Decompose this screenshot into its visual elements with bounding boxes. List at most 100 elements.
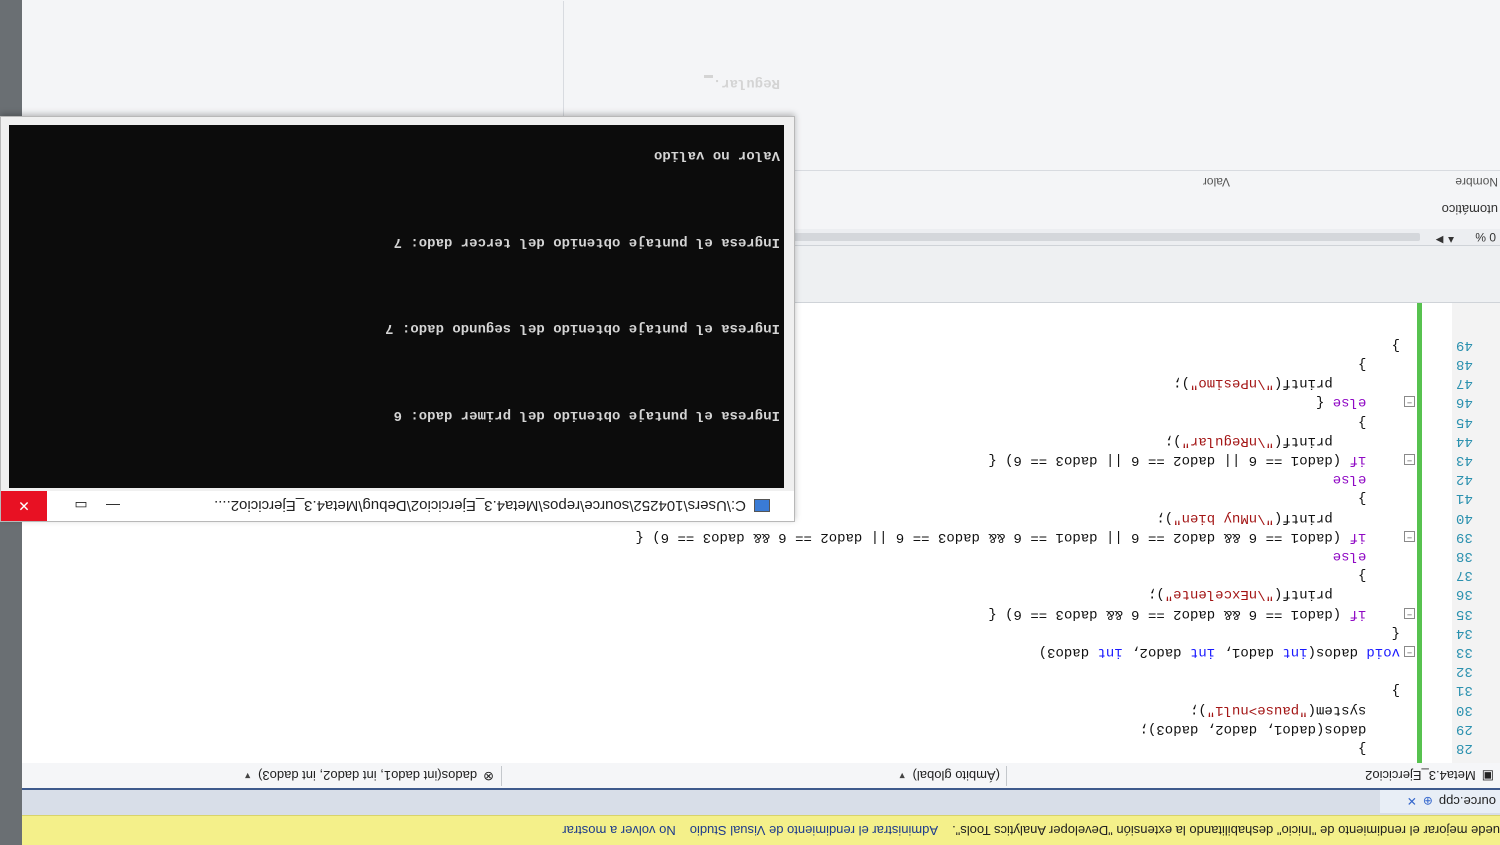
line-number: 36: [1456, 586, 1473, 603]
line-number: 38: [1456, 548, 1473, 564]
console-output: Ingresa el puntaje obtenido del primer d…: [9, 75, 784, 488]
manage-performance-link[interactable]: Administrar el rendimiento de Visual Stu…: [690, 823, 938, 838]
code-text: printf("\nPesimo");: [1173, 375, 1400, 392]
function-dropdown[interactable]: ⊗ dados(int dado1, int dado2, int dado3)…: [200, 766, 500, 786]
line-number: 34: [1456, 624, 1473, 641]
maximize-button[interactable]: ▭: [65, 491, 97, 521]
code-text: printf("\nExcelente");: [1147, 586, 1400, 603]
tab-label: ource.cpp: [1438, 794, 1496, 809]
line-number: 32: [1456, 663, 1473, 680]
code-text: }: [1357, 567, 1400, 584]
autos-title: utomático: [1441, 202, 1498, 217]
console-line: Regular.: [13, 75, 780, 91]
code-text: else: [1332, 471, 1367, 488]
code-line[interactable]: 31}: [0, 680, 1500, 699]
code-text: if (dado1 == 6 && dado2 == 6 && dado3 ==…: [988, 605, 1367, 622]
code-text: }: [1391, 336, 1400, 353]
dismiss-link[interactable]: No volver a mostrar: [562, 823, 675, 838]
scope-dropdown[interactable]: (Ámbito global) ▼: [501, 766, 1006, 786]
console-titlebar[interactable]: C:\Users\104252\source\repos\Meta4.3_Eje…: [1, 491, 794, 521]
line-number: 29: [1456, 720, 1473, 737]
chevron-down-icon: ▼: [897, 771, 907, 781]
code-text: void dados(int dado1, int dado2, int dad…: [1038, 644, 1400, 660]
project-icon: ▣: [1481, 769, 1494, 784]
project-name: Meta4.3_Ejercicio2: [1365, 768, 1476, 784]
project-dropdown[interactable]: ▣ Meta4.3_Ejercicio2: [1006, 766, 1500, 786]
code-text: else: [1332, 548, 1367, 564]
chevron-down-icon: ▼: [243, 771, 253, 781]
collapse-icon[interactable]: −: [1404, 646, 1415, 657]
line-number: 37: [1456, 567, 1473, 584]
code-text: printf("\nMuy bien");: [1156, 509, 1400, 526]
code-text: }: [1391, 682, 1400, 699]
collapse-icon[interactable]: −: [1404, 530, 1415, 542]
line-number: 40: [1456, 509, 1473, 526]
line-number: 46: [1456, 394, 1473, 411]
console-line: Ingresa el puntaje obtenido del segundo …: [385, 320, 780, 337]
collapse-icon[interactable]: −: [1404, 454, 1415, 465]
function-icon: ⊗: [483, 769, 494, 784]
code-text: }: [1357, 740, 1400, 756]
console-title: C:\Users\104252\source\repos\Meta4.3_Eje…: [214, 497, 746, 515]
code-line[interactable]: 32: [0, 661, 1500, 680]
code-line[interactable]: 29 dados(dado1, dado2, dado3);: [0, 719, 1500, 738]
close-icon[interactable]: ✕: [1407, 795, 1417, 809]
code-line[interactable]: 28 }: [0, 738, 1500, 757]
line-number: 49: [1456, 336, 1473, 353]
console-line: Ingresa el puntaje obtenido del tercer d…: [393, 234, 780, 250]
code-line[interactable]: 36 printf("\nExcelente");: [0, 584, 1500, 603]
line-number: 48: [1456, 356, 1473, 372]
column-name-header[interactable]: Nombre: [1455, 175, 1498, 189]
code-text: }: [1357, 413, 1400, 430]
line-number: 47: [1456, 375, 1473, 392]
tab-source-cpp[interactable]: ource.cpp ⊕ ✕: [1380, 790, 1500, 813]
code-text: {: [1391, 624, 1400, 641]
code-text: }: [1357, 490, 1400, 507]
console-line: Ingresa el puntaje obtenido del primer d…: [393, 407, 780, 423]
line-number: 39: [1456, 528, 1473, 545]
code-text: if (dado1 == 6 && dado2 == 6 || dado1 ==…: [635, 528, 1367, 545]
line-number: 44: [1456, 432, 1473, 449]
console-line: Valor no valido: [653, 147, 780, 164]
tab-strip: ource.cpp ⊕ ✕: [0, 788, 1500, 815]
zoom-level[interactable]: 0 %: [1475, 230, 1496, 244]
console-icon: [754, 499, 770, 513]
console-line-text: Regular.: [712, 75, 780, 91]
code-line[interactable]: 35 − if (dado1 == 6 && dado2 == 6 && dado…: [0, 604, 1500, 623]
line-number: 33: [1456, 644, 1473, 660]
line-number: 30: [1456, 701, 1473, 718]
console-window[interactable]: C:\Users\104252\source\repos\Meta4.3_Eje…: [0, 75, 795, 522]
line-number: 31: [1456, 682, 1473, 699]
scroll-arrow-icon[interactable]: ▲ ▶: [1436, 234, 1456, 245]
line-number: 45: [1456, 413, 1473, 430]
line-number: 41: [1456, 490, 1473, 507]
line-number: 35: [1456, 605, 1473, 622]
code-text: dados(dado1, dado2, dado3);: [1139, 720, 1400, 737]
code-line[interactable]: 37 }: [0, 565, 1500, 584]
code-line[interactable]: 34 {: [0, 623, 1500, 642]
info-bar-message: uede mejorar el rendimiento de "Inicio" …: [952, 823, 1500, 838]
scope-name: (Ámbito global): [912, 768, 1000, 784]
pin-icon[interactable]: ⊕: [1423, 795, 1433, 809]
minimize-button[interactable]: —: [97, 491, 129, 521]
collapse-icon[interactable]: −: [1404, 607, 1415, 619]
code-line[interactable]: 30 system("pause>nul1");: [0, 700, 1500, 719]
line-number: 42: [1456, 471, 1473, 488]
code-text: printf("\nRegular");: [1164, 432, 1400, 449]
code-text: if (dado1 == 6 || dado2 == 6 || dado3 ==…: [988, 452, 1367, 468]
code-line[interactable]: 39 − if (dado1 == 6 && dado2 == 6 || dado…: [0, 527, 1500, 546]
collapse-icon[interactable]: −: [1404, 396, 1415, 408]
code-text: else {: [1315, 394, 1367, 411]
info-bar: uede mejorar el rendimiento de "Inicio" …: [0, 815, 1500, 845]
code-text: system("pause>nul1");: [1189, 701, 1400, 718]
navigation-bar: ▣ Meta4.3_Ejercicio2 (Ámbito global) ▼ ⊗…: [0, 762, 1500, 788]
text-cursor: [703, 75, 713, 79]
code-line[interactable]: 33 − void dados(int dado1, int dado2, int …: [0, 642, 1500, 661]
code-text: }: [1357, 356, 1400, 372]
code-line[interactable]: 38 else: [0, 546, 1500, 565]
line-number: 28: [1456, 740, 1473, 756]
line-number: 43: [1456, 452, 1473, 468]
close-button[interactable]: ✕: [1, 491, 47, 521]
column-value-header[interactable]: Valor: [1203, 175, 1230, 189]
function-name: dados(int dado1, int dado2, int dado3): [258, 768, 478, 784]
